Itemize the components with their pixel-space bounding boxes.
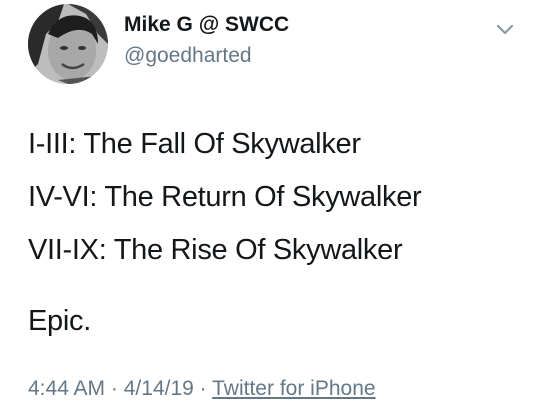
tweet-source-link[interactable]: Twitter for iPhone — [212, 377, 375, 400]
tweet-date[interactable]: 4/14/19 — [124, 377, 194, 400]
tweet-card: Mike G @ SWCC @goedharted I-III: The Fal… — [0, 0, 540, 416]
tweet-line: VII-IX: The Rise Of Skywalker — [28, 234, 403, 266]
tweet-closing: Epic. — [28, 305, 91, 337]
tweet-time[interactable]: 4:44 AM — [28, 377, 105, 400]
meta-separator: · — [110, 377, 118, 400]
user-handle[interactable]: @goedharted — [124, 44, 252, 68]
avatar-photo — [28, 4, 108, 84]
meta-separator: · — [199, 377, 207, 400]
avatar[interactable] — [28, 4, 108, 84]
tweet-line: I-III: The Fall Of Skywalker — [28, 128, 361, 160]
tweet-line: IV-VI: The Return Of Skywalker — [28, 181, 422, 213]
display-name[interactable]: Mike G @ SWCC — [124, 13, 289, 37]
tweet-meta: 4:44 AM · 4/14/19 · Twitter for iPhone — [28, 377, 376, 401]
chevron-down-icon[interactable] — [492, 20, 518, 40]
